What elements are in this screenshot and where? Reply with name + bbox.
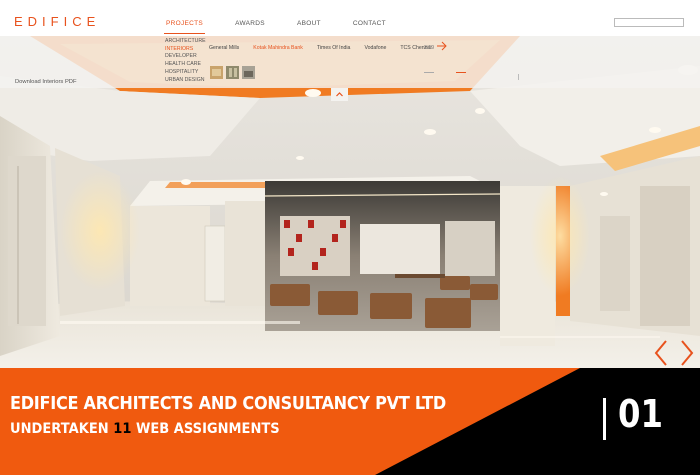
subproject-vodafone[interactable]: Vodafone (364, 45, 386, 51)
assignment-count: 11 (113, 421, 132, 437)
main-nav: PROJECTS AWARDS ABOUT CONTACT (163, 20, 418, 34)
chevron-left-icon[interactable] (654, 340, 668, 366)
company-name: EDIFICE ARCHITECTS AND CONSULTANCY PVT L… (10, 394, 446, 414)
slide-index: 01 (618, 392, 663, 436)
category-urban-design[interactable]: URBAN DESIGN (165, 77, 206, 85)
thumbnail-1[interactable] (210, 66, 223, 79)
collapse-dropdown-button[interactable] (331, 88, 348, 101)
thumbnail-2[interactable] (226, 66, 239, 79)
assignment-suffix: WEB ASSIGNMENTS (135, 421, 280, 437)
nav-about[interactable]: ABOUT (297, 20, 321, 27)
subproject-list: General Mills Kotak Mahindra Bank Times … (209, 45, 446, 51)
nav-awards[interactable]: AWARDS (235, 20, 265, 27)
category-health-care[interactable]: HEALTH CARE (165, 61, 206, 69)
category-list: ARCHITECTURE INTERIORS DEVELOPER HEALTH … (165, 38, 206, 84)
thumbnail-3[interactable] (242, 66, 255, 79)
thumbnail-strip (210, 66, 258, 79)
category-architecture[interactable]: ARCHITECTURE (165, 38, 206, 46)
assignment-line: UNDERTAKEN 11 WEB ASSIGNMENTS (10, 421, 280, 437)
category-developer[interactable]: DEVELOPER (165, 53, 206, 61)
chevron-right-icon[interactable] (680, 340, 694, 366)
caption-banner: EDIFICE ARCHITECTS AND CONSULTANCY PVT L… (0, 368, 700, 475)
share-icon[interactable] (516, 74, 521, 82)
pagination-mark-a (424, 70, 434, 77)
subproject-kotak-mahindra-bank[interactable]: Kotak Mahindra Bank (253, 45, 303, 51)
assignment-prefix: UNDERTAKEN (10, 421, 109, 437)
page-counter: 2/19 (424, 45, 435, 51)
search-input[interactable] (614, 18, 684, 27)
index-divider (603, 398, 606, 440)
nav-projects[interactable]: PROJECTS (163, 20, 206, 34)
projects-dropdown: ARCHITECTURE INTERIORS DEVELOPER HEALTH … (0, 36, 700, 88)
pagination-mark-b (456, 70, 466, 77)
site-header: EDIFICE PROJECTS AWARDS ABOUT CONTACT (0, 0, 700, 36)
category-hospitality[interactable]: HOSPITALITY (165, 69, 206, 77)
chevron-up-icon (336, 92, 343, 97)
download-interiors-pdf-link[interactable]: Download Interiors PDF (15, 79, 77, 85)
subproject-times-of-india[interactable]: Times Of India (317, 45, 351, 51)
edifice-logo[interactable]: EDIFICE (14, 14, 100, 29)
category-interiors[interactable]: INTERIORS (165, 46, 206, 54)
arrow-right-icon[interactable] (436, 41, 448, 51)
nav-contact[interactable]: CONTACT (353, 20, 386, 27)
subproject-general-mills[interactable]: General Mills (209, 45, 239, 51)
